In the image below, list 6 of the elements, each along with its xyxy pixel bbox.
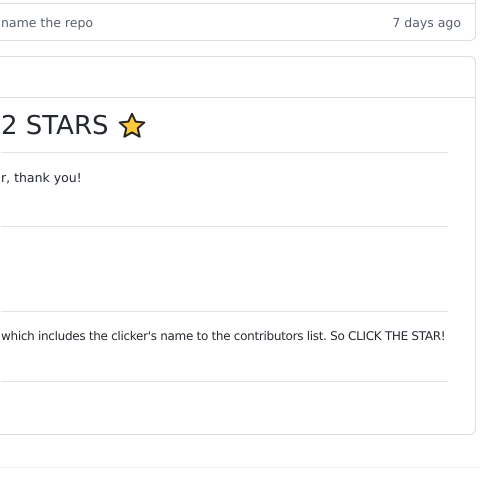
readme-paragraph: r, thank you! bbox=[1, 169, 448, 227]
readme-heading: 2 STARS bbox=[1, 111, 109, 141]
readme-paragraph: which includes the clicker's name to the contributors list. So CLICK THE STAR! bbox=[1, 328, 448, 382]
star-icon bbox=[116, 111, 147, 141]
commit-message[interactable]: name the repo bbox=[1, 14, 94, 30]
commit-time: 7 days ago bbox=[392, 14, 461, 30]
